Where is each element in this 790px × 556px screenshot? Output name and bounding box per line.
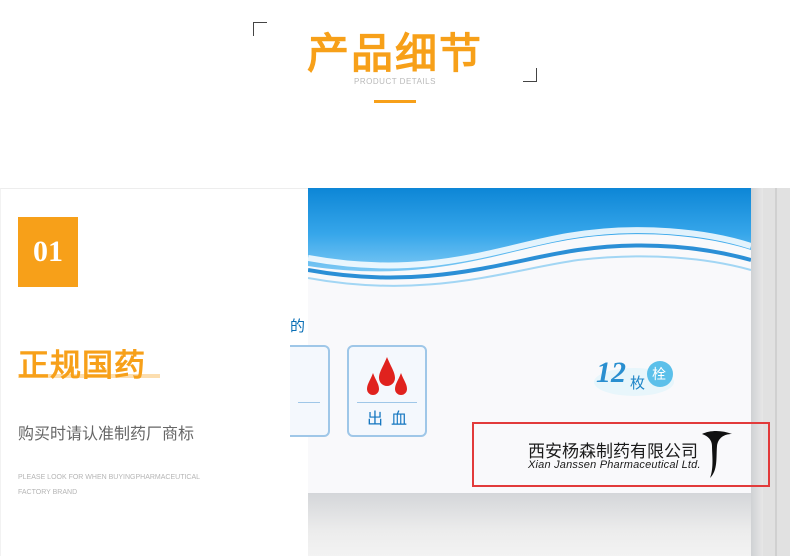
package-icon-tile-partial	[290, 345, 330, 437]
package-wave-graphic	[308, 188, 752, 287]
badge-number: 12	[596, 356, 626, 389]
feature-number: 01	[33, 235, 63, 268]
badge-unit: 枚	[630, 374, 646, 392]
feature-number-badge: 01	[18, 217, 78, 287]
package-edge	[751, 188, 763, 556]
blood-drops-icon	[367, 357, 407, 395]
package-side	[308, 493, 751, 556]
feature-heading: 正规国药	[18, 348, 146, 384]
feature-english-note: PLEASE LOOK FOR WHEN BUYINGPHARMACEUTICA…	[18, 474, 200, 496]
suppository-count-badge: 12 枚 栓	[590, 352, 680, 402]
title-underline	[374, 100, 416, 103]
package-fragment-text: 的	[290, 317, 306, 335]
badge-circle-text: 栓	[652, 367, 666, 383]
tile-divider	[298, 402, 320, 403]
feature-description: 购买时请认准制药厂商标	[18, 424, 195, 443]
bleeding-label: 出血	[366, 409, 415, 428]
section-title: 产品细节	[306, 29, 483, 78]
brand-highlight-frame	[472, 422, 770, 487]
section-subtitle: PRODUCT DETAILS	[354, 77, 436, 86]
package-icon-tile-bleeding: 出血	[347, 345, 427, 437]
tile-divider	[357, 402, 417, 403]
right-gray-line	[775, 188, 777, 556]
